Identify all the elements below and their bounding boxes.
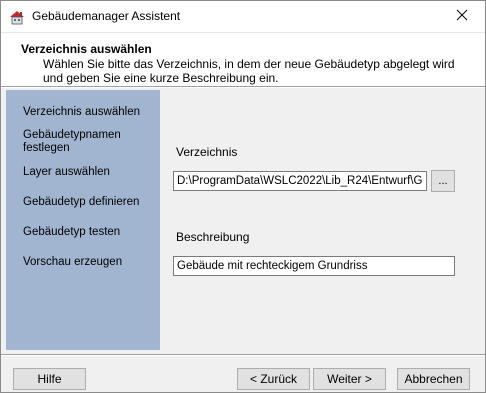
close-icon <box>456 9 468 24</box>
cancel-button[interactable]: Abbrechen <box>397 368 470 390</box>
next-button[interactable]: Weiter > <box>313 368 386 390</box>
help-button[interactable]: Hilfe <box>13 368 86 390</box>
window-title: Gebäudemanager Assistent <box>32 9 181 23</box>
step-item: Verzeichnis auswählen <box>23 106 140 118</box>
header-divider <box>1 86 485 88</box>
step-item: Gebäudetyp testen <box>23 226 121 238</box>
wizard-window: Gebäudemanager Assistent Verzeichnis aus… <box>0 0 486 393</box>
step-item: Vorschau erzeugen <box>23 256 123 268</box>
title-bar[interactable]: Gebäudemanager Assistent <box>1 1 485 32</box>
description-input[interactable] <box>173 256 455 276</box>
directory-label: Verzeichnis <box>176 145 238 159</box>
step-item: Layer auswählen <box>23 166 110 178</box>
description-label: Beschreibung <box>176 230 250 244</box>
directory-input[interactable] <box>173 171 427 191</box>
close-button[interactable] <box>439 1 485 32</box>
header-description: Wählen Sie bitte das Verzeichnis, in dem… <box>43 57 455 85</box>
header-title: Verzeichnis auswählen <box>21 42 152 56</box>
steps-panel: Verzeichnis auswählen Gebäudetypnamen fe… <box>6 90 160 350</box>
step-item: Gebäudetyp definieren <box>23 196 140 208</box>
footer-divider <box>1 354 485 356</box>
wizard-header: Verzeichnis auswählen Wählen Sie bitte d… <box>1 32 485 86</box>
step-item: Gebäudetypnamen festlegen <box>23 129 121 154</box>
browse-button[interactable]: ... <box>431 170 455 192</box>
back-button[interactable]: < Zurück <box>237 368 310 390</box>
building-icon <box>9 9 25 25</box>
